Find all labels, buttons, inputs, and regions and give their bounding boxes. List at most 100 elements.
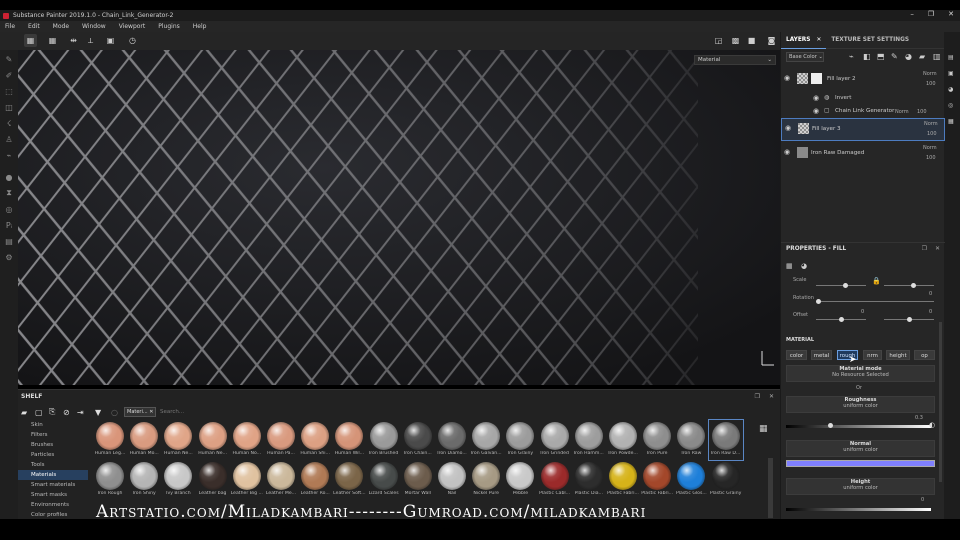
display-settings-icon[interactable]: ▣ — [948, 70, 954, 77]
material-thumbnail[interactable]: Human Ne... — [196, 420, 230, 460]
height-slider[interactable] — [786, 508, 931, 511]
visibility-eye-icon[interactable]: ◉ — [813, 94, 819, 102]
lock-icon[interactable]: 🔒 — [872, 277, 881, 285]
add-folder-icon[interactable]: ▰ — [919, 52, 925, 61]
material-thumbnail[interactable]: Human Pa... — [264, 420, 298, 460]
material-thumbnail[interactable]: Human No... — [230, 420, 264, 460]
add-fill-layer-icon[interactable]: ⬒ — [877, 52, 885, 61]
menu-viewport[interactable]: Viewport — [119, 23, 146, 30]
shelf-category-item[interactable]: Smart materials — [18, 480, 88, 490]
screenshot-icon[interactable]: ◙ — [765, 34, 778, 47]
shelf-scrollbar[interactable] — [768, 458, 773, 518]
height-box[interactable]: Height uniform color — [786, 478, 935, 495]
blend-mode[interactable]: Norm — [923, 145, 937, 151]
roughness-slider[interactable] — [786, 425, 931, 428]
blend-mode[interactable]: Norm — [923, 71, 937, 77]
material-thumbnail[interactable]: Leather Ro... — [298, 460, 332, 500]
height-value[interactable]: 0 — [921, 497, 924, 503]
offset-x-knob[interactable] — [839, 317, 844, 322]
render-icon[interactable]: ▩ — [729, 34, 742, 47]
opacity-value[interactable]: 100 — [927, 131, 937, 137]
visibility-eye-icon[interactable]: ◉ — [784, 148, 790, 156]
roughness-value[interactable]: 0.3 — [915, 415, 923, 421]
normal-box[interactable]: Normal uniform color — [786, 440, 935, 457]
material-mode-box[interactable]: Material mode No Resource Selected — [786, 365, 935, 382]
scale-slider[interactable] — [816, 285, 866, 286]
menu-window[interactable]: Window — [82, 23, 106, 30]
properties-scrollbar[interactable] — [939, 322, 942, 482]
offset-value-x[interactable]: 0 — [861, 309, 864, 315]
effect-invert[interactable]: ◉ ◍ Invert — [781, 93, 945, 105]
add-paint-layer-icon[interactable]: ✎ — [891, 52, 898, 61]
material-thumbnail[interactable]: Iron Grinded — [538, 420, 572, 460]
shelf-category-item[interactable]: Skin — [18, 420, 88, 430]
material-thumbnail[interactable]: Iron Hamm... — [572, 420, 606, 460]
material-thumbnail[interactable]: Iron Shiny — [127, 460, 161, 500]
material-thumbnail[interactable]: Plastic Fabri... — [640, 460, 674, 500]
scale-slider-knob[interactable] — [843, 283, 848, 288]
filter-tag[interactable]: Materi... ✕ — [124, 407, 156, 417]
environment-icon[interactable]: ◕ — [948, 86, 953, 93]
effect-chain-link-generator[interactable]: ◉ ▢ Chain Link Generator Norm 100 — [781, 106, 945, 118]
hide-icon[interactable]: ⊘ — [63, 408, 70, 417]
shelf-category-item[interactable]: Materials — [18, 470, 88, 480]
bake-icon[interactable]: ● — [4, 172, 14, 182]
material-thumbnail[interactable]: Lizard Scales — [367, 460, 401, 500]
menu-plugins[interactable]: Plugins — [158, 23, 180, 30]
polygon-fill-icon[interactable]: ⧗ — [4, 188, 14, 198]
props-popout-icon[interactable]: ❐ — [922, 246, 927, 252]
material-thumbnail[interactable]: Plastic Glos... — [674, 460, 708, 500]
align-icon[interactable]: ⟂ — [84, 34, 97, 47]
channel-select[interactable]: Base Color ⌄ — [786, 52, 824, 62]
log-icon[interactable]: ▦ — [948, 118, 954, 125]
material-thumbnail[interactable]: Human Shi... — [298, 420, 332, 460]
material-thumbnail[interactable]: Iron Pure — [640, 420, 674, 460]
grid-view-icon[interactable]: ▦ — [759, 424, 768, 434]
normal-color-swatch[interactable] — [786, 460, 935, 467]
minimize-button[interactable]: – — [910, 10, 914, 18]
offset-y-knob[interactable] — [907, 317, 912, 322]
export-shelf-icon[interactable]: ⇥ — [77, 408, 84, 417]
material-thumbnail[interactable]: Iron Raw — [674, 420, 708, 460]
shelf-category-item[interactable]: Environments — [18, 500, 88, 510]
import-icon[interactable]: ⎘ — [49, 407, 55, 417]
visibility-eye-icon[interactable]: ◉ — [785, 124, 791, 132]
projection-icon[interactable]: ⬚ — [4, 86, 14, 96]
tab-layers[interactable]: LAYERS ✕ — [781, 32, 827, 49]
roughness-slider-knob[interactable] — [827, 423, 833, 428]
annotation-icon[interactable]: Pᵢ — [4, 220, 14, 230]
material-picker-icon[interactable]: ◎ — [4, 204, 14, 214]
material-thumbnail[interactable]: Iron Powde... — [606, 420, 640, 460]
material-thumbnail[interactable]: Plastic Dia... — [572, 460, 606, 500]
geometry-fill-icon[interactable]: ◫ — [4, 102, 14, 112]
material-thumbnail[interactable]: Leather bag — [196, 460, 230, 500]
material-thumbnail[interactable]: Iron Chain... — [401, 420, 435, 460]
picker-icon[interactable]: ⌁ — [4, 150, 14, 160]
shelf-category-item[interactable]: Particles — [18, 450, 88, 460]
symmetry-icon[interactable]: ⇹ — [67, 34, 80, 47]
shelf-category-item[interactable]: Tools — [18, 460, 88, 470]
menu-mode[interactable]: Mode — [53, 23, 69, 30]
tab-texture-set-settings[interactable]: TEXTURE SET SETTINGS — [826, 32, 914, 49]
shelf-popout-icon[interactable]: ❐ — [755, 393, 760, 400]
folder-icon[interactable]: ▰ — [21, 408, 27, 417]
offset-value-y[interactable]: 0 — [929, 309, 932, 315]
material-thumbnail[interactable]: Plastic Fabri... — [606, 460, 640, 500]
material-thumbnail[interactable]: Pebble — [503, 460, 537, 500]
video-icon[interactable]: ■ — [745, 34, 758, 47]
layer-fill-layer-3[interactable]: ◉ Fill layer 3 Norm 100 — [781, 118, 945, 141]
camera-mode-icon[interactable]: ◲ — [712, 34, 725, 47]
3d-viewport[interactable]: Material ⌄ — [18, 50, 780, 385]
frame-icon[interactable]: ▣ — [104, 34, 117, 47]
history-icon[interactable]: ◷ — [126, 34, 139, 47]
smudge-icon[interactable]: ☇ — [4, 118, 14, 128]
opacity-value[interactable]: 100 — [926, 81, 936, 87]
grid-large-icon[interactable]: ▦ — [46, 34, 59, 47]
properties-icon[interactable]: ▤ — [948, 54, 954, 61]
material-thumbnail[interactable]: Mortar Wall — [401, 460, 435, 500]
grid-icon[interactable]: ▦ — [24, 34, 37, 47]
visibility-eye-icon[interactable]: ◉ — [784, 74, 790, 82]
filter-icon[interactable]: ▼ — [95, 408, 101, 417]
channel-op-toggle[interactable]: op — [914, 350, 935, 360]
visibility-eye-icon[interactable]: ◉ — [813, 107, 819, 115]
